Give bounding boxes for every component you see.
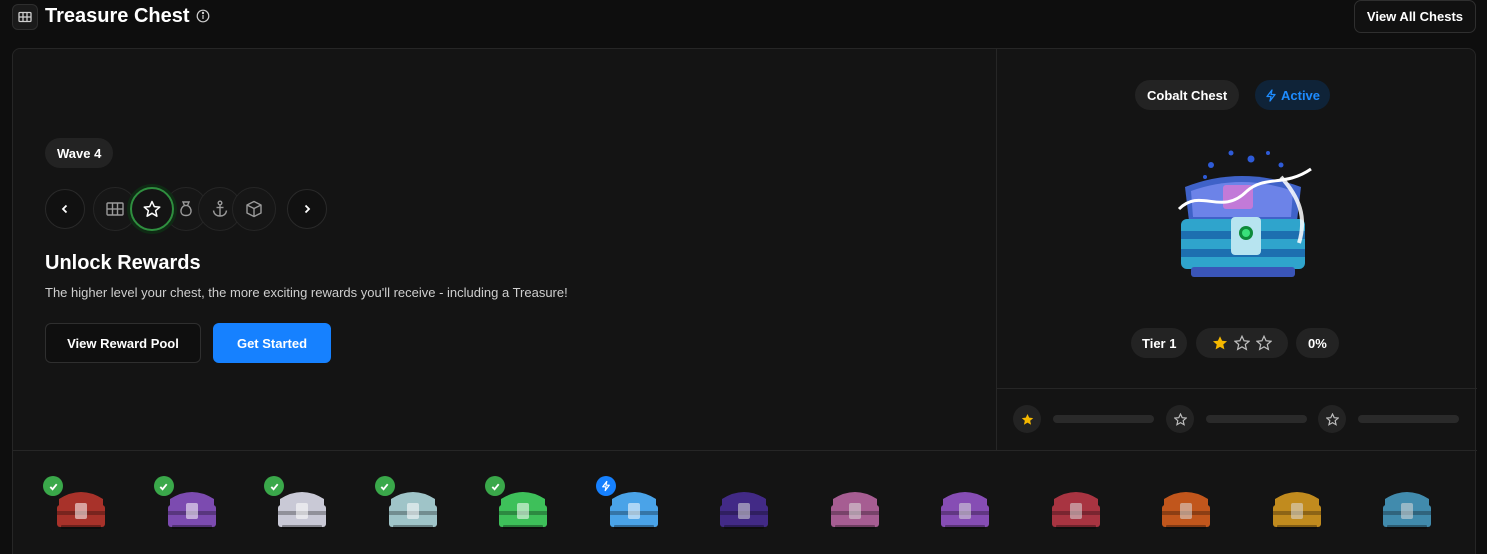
orange-gold-chest-icon[interactable] [1156,481,1216,533]
cobalt-chest-image[interactable] [1161,147,1321,289]
unlock-rewards-title: Unlock Rewards [45,252,201,274]
progress-bar-2 [1206,415,1307,423]
star-filled-icon [1212,336,1228,350]
check-icon [153,476,174,496]
progress-divider [996,388,1477,389]
crimson-chest-icon[interactable] [1046,481,1106,533]
next-wave-button[interactable] [287,189,327,229]
get-started-button[interactable]: Get Started [213,323,331,363]
check-icon [374,476,395,496]
money-bag-icon [180,201,192,217]
check-icon [264,476,284,496]
info-icon[interactable] [196,9,210,23]
star-outline-icon [1256,335,1272,351]
wave-star-item[interactable] [130,187,174,231]
pink-chest-icon[interactable] [825,481,885,533]
view-all-chests-button[interactable]: View All Chests [1353,0,1476,33]
progress-bar-1 [1053,415,1154,423]
dark-purple-chest-icon[interactable] [714,481,774,533]
progress-star-3 [1318,405,1346,433]
golden-chest-icon[interactable] [1267,481,1327,533]
previous-wave-button[interactable] [45,189,85,229]
tier-stars [1196,328,1288,358]
progress-bar-3 [1358,415,1459,423]
wave-badge: Wave 4 [45,138,114,168]
treasure-chest-card: Wave 4 Unlock Rewards The higher level y… [12,48,1477,554]
star-outline-icon [1325,412,1339,426]
star-icon [143,200,161,217]
check-icon [43,476,63,496]
tier-badge: Tier 1 [1131,328,1188,358]
lightning-icon [595,476,616,496]
view-reward-pool-button[interactable]: View Reward Pool [45,323,201,363]
box-icon [246,200,262,218]
star-filled-icon [1021,413,1033,425]
strip-divider [13,450,1477,451]
wave-box-item[interactable] [232,187,276,231]
chest-progress-percent: 0% [1296,328,1339,358]
page-title: Treasure Chest [45,5,190,27]
map-icon [106,202,124,216]
violet-gold-chest-icon[interactable] [935,481,995,533]
star-outline-icon [1173,412,1187,426]
progress-star-2 [1166,405,1194,433]
star-outline-icon [1234,335,1250,351]
unlock-rewards-description: The higher level your chest, the more ex… [45,285,568,300]
crystal-chest-icon[interactable] [1377,481,1437,533]
panel-divider [996,49,997,450]
chevron-left-icon [61,204,68,214]
chevron-right-icon [304,204,311,214]
progress-star-1 [1013,405,1041,433]
page-header: Treasure Chest View All Chests [12,0,1476,34]
wave-icon-carousel [93,187,283,231]
chest-name-badge: Cobalt Chest [1135,80,1240,110]
lightning-icon [1266,88,1276,102]
map-icon [12,4,38,30]
check-icon [485,476,505,496]
chest-status-badge: Active [1255,80,1331,110]
chest-status-label: Active [1281,87,1321,103]
anchor-icon [212,200,228,217]
